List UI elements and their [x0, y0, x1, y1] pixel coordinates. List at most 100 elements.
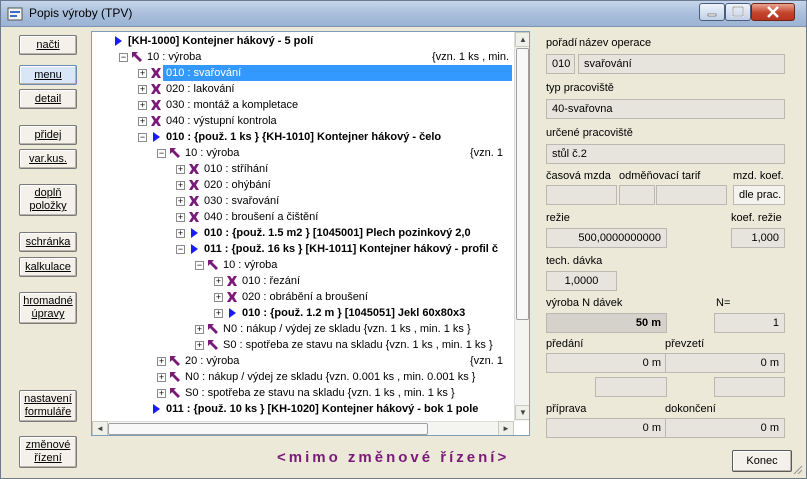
tree-row[interactable]: − 10 : výroba: [92, 257, 514, 273]
tree-row[interactable]: +020 : lakování: [92, 81, 514, 97]
expand-icon[interactable]: +: [138, 69, 147, 78]
tree-horizontal-scrollbar[interactable]: ◄ ►: [92, 421, 514, 435]
resize-grip-icon[interactable]: [791, 463, 803, 475]
hscroll-thumb[interactable]: [108, 423, 428, 435]
pridej-button-label: přidej: [34, 129, 62, 141]
tree-row[interactable]: +010 : {použ. 1.5 m2 } [1045001] Plech p…: [92, 225, 514, 241]
expand-icon[interactable]: +: [176, 213, 185, 222]
prevzeti-extra-field[interactable]: [714, 377, 785, 397]
schranka-button[interactable]: schránka: [19, 232, 77, 252]
tree-vertical-scrollbar[interactable]: ▲ ▼: [514, 32, 529, 421]
odmenovaci-tarif-field-1[interactable]: [619, 185, 655, 205]
priprava-field[interactable]: 0 m: [546, 418, 667, 438]
menu-button[interactable]: menu: [19, 65, 77, 85]
vyroba-n-davek-field[interactable]: 50 m: [546, 313, 667, 333]
collapse-icon[interactable]: −: [176, 245, 185, 254]
urcene-pracoviste-field[interactable]: stůl č.2: [546, 144, 785, 164]
operation-cross-icon: [151, 116, 161, 126]
tree-row[interactable]: +030 : montáž a kompletace: [92, 97, 514, 113]
tree-row[interactable]: − 10 : výroba {vzn. 1: [92, 145, 514, 161]
tech-davka-label: tech. dávka: [546, 255, 603, 267]
tree-row[interactable]: +040 : broušení a čištění: [92, 209, 514, 225]
tree-row[interactable]: +010 : {použ. 1.2 m } [1045051] Jekl 60x…: [92, 305, 514, 321]
tree-row[interactable]: +010 : svařování: [92, 65, 514, 81]
menu-button-label: menu: [34, 69, 62, 81]
expand-icon[interactable]: +: [176, 229, 185, 238]
collapse-icon[interactable]: −: [138, 133, 147, 142]
prevzeti-field[interactable]: 0 m: [665, 353, 785, 373]
konec-button[interactable]: Konec: [732, 450, 792, 472]
kalkulace-button[interactable]: kalkulace: [19, 257, 77, 277]
expand-icon[interactable]: +: [214, 277, 223, 286]
scroll-up-arrow-icon[interactable]: ▲: [515, 32, 529, 47]
expand-icon[interactable]: +: [195, 325, 204, 334]
typ-pracoviste-field[interactable]: 40-svařovna: [546, 99, 785, 119]
tree-row[interactable]: + S0 : spotřeba ze stavu na skladu {vzn. …: [92, 337, 514, 353]
scroll-thumb[interactable]: [516, 48, 529, 320]
zmenove-rizeni-button[interactable]: změnové řízení: [19, 436, 77, 468]
odmenovaci-tarif-field-2[interactable]: [656, 185, 727, 205]
nazev-operace-field[interactable]: svařování: [578, 54, 785, 74]
tree-row[interactable]: − 10 : výroba {vzn. 1 ks , min.: [92, 49, 514, 65]
koef-rezie-field[interactable]: 1,000: [731, 228, 785, 248]
collapse-icon[interactable]: −: [157, 149, 166, 158]
tree-row[interactable]: + S0 : spotřeba ze stavu na skladu {vzn. …: [92, 385, 514, 401]
expand-icon[interactable]: +: [138, 85, 147, 94]
maximize-button[interactable]: [725, 3, 751, 21]
expand-icon[interactable]: +: [138, 101, 147, 110]
expand-icon[interactable]: +: [176, 181, 185, 190]
tree-row[interactable]: +020 : obrábění a broušení: [92, 289, 514, 305]
casova-mzda-field[interactable]: [546, 185, 617, 205]
tree-row[interactable]: − 011 : {použ. 16 ks } [KH-1011] Kontejne…: [92, 241, 514, 257]
expand-icon[interactable]: +: [157, 389, 166, 398]
window-content: načti menu detail přidej var.kus. doplň polož…: [1, 27, 806, 478]
title-bar[interactable]: Popis výroby (TPV): [1, 1, 806, 27]
expand-icon[interactable]: +: [214, 309, 223, 318]
poradi-field[interactable]: 010: [546, 54, 575, 74]
tree-row[interactable]: +040 : výstupní kontrola: [92, 113, 514, 129]
rezie-field[interactable]: 500,0000000000: [546, 228, 667, 248]
tree-row-label: S0 : spotřeba ze stavu na skladu {vzn. 1…: [185, 387, 455, 399]
scroll-down-arrow-icon[interactable]: ▼: [515, 405, 529, 420]
tree-row[interactable]: +020 : ohýbání: [92, 177, 514, 193]
scroll-left-arrow-icon[interactable]: ◄: [92, 421, 108, 435]
scroll-right-arrow-icon[interactable]: ►: [498, 421, 514, 435]
tree-row[interactable]: + N0 : nákup / výdej ze skladu {vzn. 0.00…: [92, 369, 514, 385]
hromadne-upravy-button[interactable]: hromadné úpravy: [19, 292, 77, 324]
close-button[interactable]: [751, 3, 795, 21]
tech-davka-field[interactable]: 1,0000: [546, 271, 617, 291]
tree-row[interactable]: +20 : výroba {vzn. 1: [92, 353, 514, 369]
n-field[interactable]: 1: [714, 313, 785, 333]
tree-row[interactable]: +030 : svařování: [92, 193, 514, 209]
expand-icon[interactable]: +: [157, 373, 166, 382]
tree-row-label: 10 : výroba: [185, 147, 240, 159]
detail-button[interactable]: detail: [19, 89, 77, 109]
expand-icon[interactable]: +: [195, 341, 204, 350]
tree-row[interactable]: − 010 : {použ. 1 ks } {KH-1010] Kontejner…: [92, 129, 514, 145]
mzd-koef-field[interactable]: dle prac.: [733, 185, 785, 205]
nacti-button[interactable]: načti: [19, 35, 77, 55]
tree-row[interactable]: +010 : řezání: [92, 273, 514, 289]
collapse-icon[interactable]: −: [195, 261, 204, 270]
var-kus-button[interactable]: var.kus.: [19, 149, 77, 169]
expand-icon[interactable]: +: [176, 165, 185, 174]
expand-icon[interactable]: +: [138, 117, 147, 126]
nastaveni-formulare-button[interactable]: nastavení formuláře: [19, 390, 77, 422]
expand-icon[interactable]: +: [157, 357, 166, 366]
predani-extra-field[interactable]: [595, 377, 667, 397]
tree-row[interactable]: + N0 : nákup / výdej ze skladu {vzn. 1 ks…: [92, 321, 514, 337]
minimize-button[interactable]: [699, 3, 725, 21]
tree-row-label: 010 : stříhání: [204, 163, 269, 175]
predani-field[interactable]: 0 m: [546, 353, 667, 373]
tree-row[interactable]: [KH-1000] Kontejner hákový - 5 polí: [92, 33, 514, 49]
dopln-polozky-button[interactable]: doplň položky: [19, 184, 77, 216]
tree-row[interactable]: +010 : stříhání: [92, 161, 514, 177]
operations-tree[interactable]: [KH-1000] Kontejner hákový - 5 polí −10 :…: [91, 31, 530, 436]
urcene-pracoviste-label: určené pracoviště: [546, 127, 633, 139]
expand-icon[interactable]: +: [176, 197, 185, 206]
expand-icon[interactable]: +: [214, 293, 223, 302]
tree-row[interactable]: 011 : {použ. 10 ks } [KH-1020] Kontejner…: [92, 401, 514, 417]
pridej-button[interactable]: přidej: [19, 125, 77, 145]
dokonceni-field[interactable]: 0 m: [665, 418, 785, 438]
collapse-icon[interactable]: −: [119, 53, 128, 62]
